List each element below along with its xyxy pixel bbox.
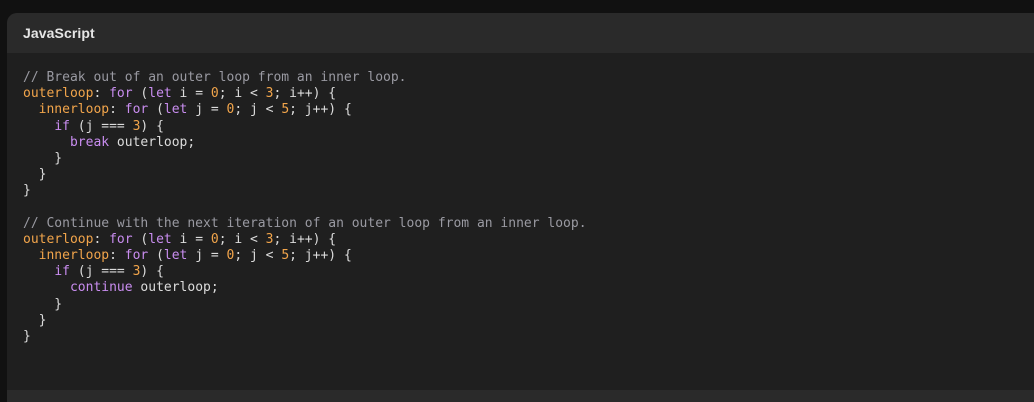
- code-line: outerloop: for (let i = 0; i < 3; i++) {: [23, 86, 1034, 102]
- code-token-default: ; i++) {: [273, 86, 337, 102]
- code-token-default: (: [132, 86, 149, 102]
- code-token-keyword: let: [163, 102, 188, 118]
- code-line: // Break out of an outer loop from an in…: [23, 70, 1034, 86]
- code-token-default: [23, 248, 39, 263]
- code-line: }: [23, 313, 1034, 329]
- code-token-default: (j ===: [69, 118, 133, 134]
- code-token-default: i =: [171, 231, 211, 247]
- code-token-number: 0: [210, 86, 219, 102]
- code-line: }: [23, 167, 1034, 183]
- code-line: continue outerloop;: [23, 280, 1034, 296]
- horizontal-scrollbar[interactable]: [7, 390, 1034, 402]
- code-token-keyword: continue: [69, 280, 133, 296]
- code-token-default: [23, 264, 54, 279]
- code-token-label: outerloop: [23, 86, 94, 102]
- code-line: if (j === 3) {: [23, 119, 1034, 135]
- code-token-default: ; i++) {: [273, 231, 337, 247]
- code-token-default: [23, 102, 39, 117]
- code-token-default: :: [109, 102, 125, 118]
- code-token-keyword: for: [109, 231, 133, 247]
- code-token-keyword: let: [148, 86, 172, 102]
- code-line: if (j === 3) {: [23, 264, 1034, 280]
- code-token-default: [23, 119, 54, 134]
- code-token-comment: // Break out of an outer loop from an in…: [23, 70, 407, 85]
- code-token-default: ) {: [140, 118, 164, 134]
- code-line: outerloop: for (let i = 0; i < 3; i++) {: [23, 232, 1034, 248]
- code-token-default: :: [109, 248, 125, 264]
- code-line: }: [23, 151, 1034, 167]
- code-example-panel: JavaScript // Break out of an outer loop…: [7, 13, 1034, 402]
- code-token-default: ; i <: [218, 231, 266, 247]
- code-token-default: ) {: [140, 264, 164, 280]
- code-line: }: [23, 297, 1034, 313]
- code-token-default: (: [132, 231, 149, 247]
- code-language-label: JavaScript: [23, 25, 95, 41]
- code-token-keyword: for: [109, 86, 133, 102]
- code-token-default: i =: [171, 86, 211, 102]
- code-token-default: :: [93, 231, 110, 247]
- code-token-default: (: [148, 248, 164, 264]
- code-token-default: }: [23, 296, 63, 312]
- code-token-keyword: let: [163, 248, 188, 264]
- code-line: }: [23, 329, 1034, 345]
- code-token-keyword: let: [148, 231, 172, 247]
- code-token-label: innerloop: [38, 102, 110, 118]
- code-token-default: }: [23, 183, 31, 199]
- code-token-default: ; j++) {: [289, 102, 352, 118]
- code-token-default: [23, 280, 70, 295]
- code-token-default: j =: [187, 102, 227, 118]
- code-token-default: }: [23, 329, 31, 344]
- code-line: // Continue with the next iteration of a…: [23, 216, 1034, 232]
- code-token-default: }: [23, 150, 63, 166]
- code-token-default: ; i <: [218, 86, 266, 102]
- code-token-number: 5: [281, 248, 290, 264]
- code-token-default: ; j <: [234, 248, 282, 264]
- code-token-label: outerloop: [23, 231, 94, 247]
- code-token-default: outerloop;: [109, 134, 196, 150]
- code-body[interactable]: // Break out of an outer loop from an in…: [7, 53, 1034, 392]
- code-token-default: }: [23, 312, 47, 328]
- code-token-number: 5: [281, 102, 290, 118]
- code-header: JavaScript: [7, 13, 1034, 53]
- code-token-keyword: for: [124, 102, 149, 118]
- code-token-default: :: [93, 86, 110, 102]
- code-token-default: ; j++) {: [289, 248, 352, 264]
- code-token-default: [23, 135, 70, 150]
- code-token-default: outerloop;: [132, 280, 219, 296]
- code-token-label: innerloop: [38, 248, 110, 264]
- code-line: innerloop: for (let j = 0; j < 5; j++) {: [23, 102, 1034, 118]
- code-token-comment: // Continue with the next iteration of a…: [23, 215, 587, 231]
- code-token-default: ; j <: [234, 102, 282, 118]
- code-token-default: j =: [187, 248, 227, 264]
- code-token-keyword: for: [124, 248, 149, 264]
- code-token-number: 3: [265, 231, 274, 247]
- code-token-keyword: if: [54, 264, 70, 280]
- code-token-default: }: [23, 167, 47, 183]
- code-token-default: (: [148, 102, 164, 118]
- code-line: }: [23, 183, 1034, 199]
- code-line: break outerloop;: [23, 135, 1034, 151]
- code-token-number: 0: [210, 231, 219, 247]
- code-token-number: 3: [265, 86, 274, 102]
- code-token-keyword: if: [54, 118, 70, 134]
- code-line: innerloop: for (let j = 0; j < 5; j++) {: [23, 248, 1034, 264]
- code-token-keyword: break: [69, 134, 110, 150]
- code-block[interactable]: // Break out of an outer loop from an in…: [23, 70, 1034, 345]
- code-token-default: (j ===: [69, 264, 133, 280]
